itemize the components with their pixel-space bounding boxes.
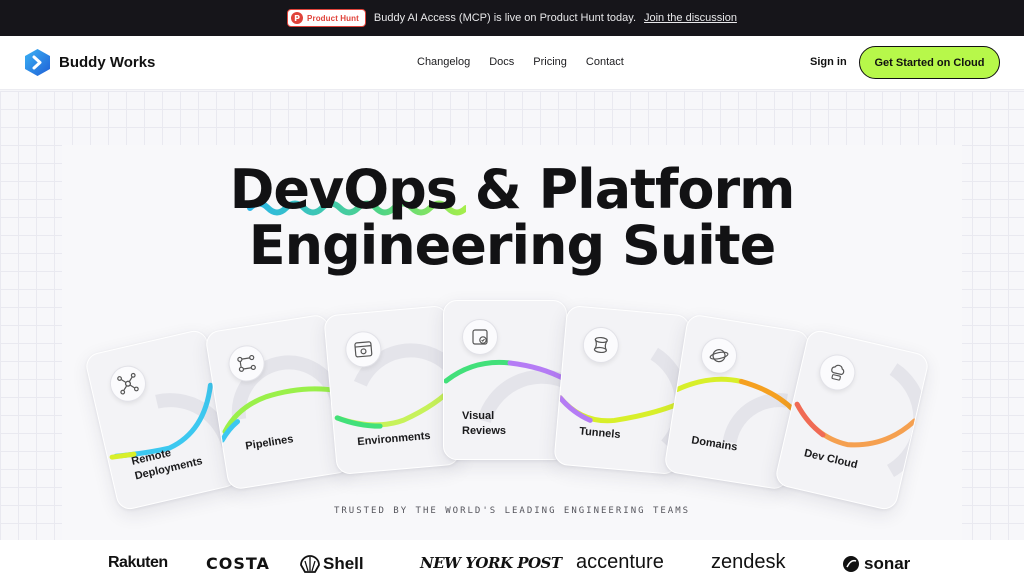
brand-logo[interactable]: Buddy Works: [24, 48, 155, 77]
brand-name: Buddy Works: [59, 54, 156, 71]
trusted-by-heading: TRUSTED BY THE WORLD'S LEADING ENGINEERI…: [333, 506, 691, 516]
announcement-bar: P Product Hunt Buddy AI Access (MCP) is …: [0, 0, 1024, 36]
nav-link-changelog[interactable]: Changelog: [417, 56, 470, 68]
get-started-button[interactable]: Get Started on Cloud: [859, 46, 1000, 79]
shell-icon: [300, 555, 320, 573]
announcement-text: Buddy AI Access (MCP) is live on Product…: [373, 12, 636, 24]
buddy-logo-icon: [25, 49, 50, 76]
sonar-logo: sonar: [842, 554, 910, 574]
rakuten-logo: Rakuten: [108, 554, 168, 571]
card-arc: [334, 343, 458, 429]
nav-link-contact[interactable]: Contact: [586, 56, 624, 68]
card-label: Visual Reviews: [462, 410, 507, 437]
nav-link-docs[interactable]: Docs: [489, 56, 514, 68]
new-york-post-logo: NEW YORK POST: [420, 554, 562, 572]
sonar-icon: [843, 556, 859, 572]
hero-title-line-2: Engineering Suite: [248, 214, 777, 277]
nav-links: Changelog Docs Pricing Contact: [417, 56, 624, 68]
costa-logo: COSTA: [206, 554, 270, 573]
nav-link-pricing[interactable]: Pricing: [533, 56, 567, 68]
hero-title-line-1: DevOps & Platform: [229, 158, 796, 221]
card-environments[interactable]: Environments: [323, 304, 461, 476]
product-hunt-badge[interactable]: P Product Hunt: [287, 9, 366, 27]
product-hunt-icon: P: [291, 12, 304, 24]
join-discussion-link[interactable]: Join the discussion: [644, 12, 737, 24]
product-hunt-badge-label: Product Hunt: [307, 13, 359, 23]
sign-in-link[interactable]: Sign in: [810, 56, 847, 68]
accenture-logo: accenture: [576, 551, 664, 573]
visual-review-icon: [462, 319, 498, 355]
card-visual-reviews[interactable]: Visual Reviews: [443, 300, 567, 460]
zendesk-logo: zendesk: [711, 551, 786, 573]
shell-logo: Shell: [300, 554, 364, 574]
